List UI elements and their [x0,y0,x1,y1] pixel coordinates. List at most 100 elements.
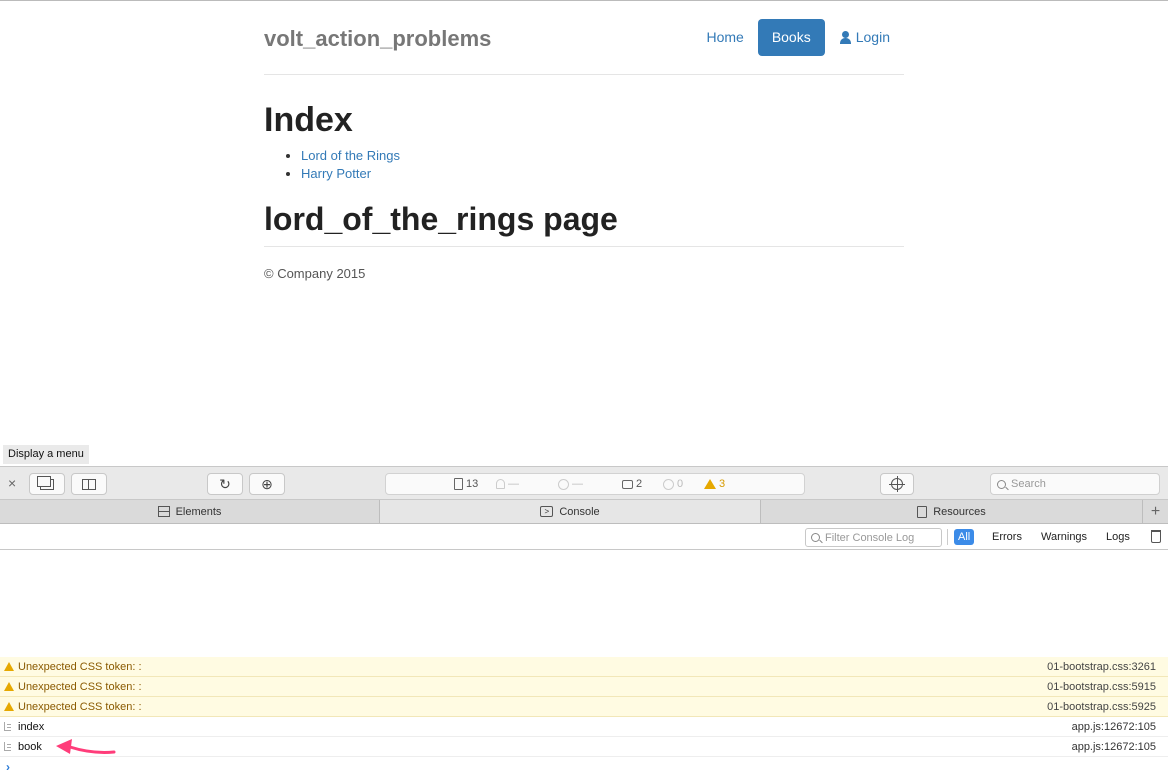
split-pane-icon [82,478,96,490]
warning-count-value: 3 [719,478,726,490]
error-icon [663,478,674,490]
console-message-text: Unexpected CSS token: : [18,681,142,693]
download-icon: ⊕ [261,476,273,492]
resource-size[interactable]: — [496,478,519,490]
list-item: Harry Potter [301,165,400,183]
log-icon [4,722,11,731]
footer-divider [264,246,904,247]
undock-button[interactable] [29,473,65,495]
nav-books-link[interactable]: Books [757,19,825,56]
bell-icon [496,479,505,489]
log-count-value: 2 [636,478,643,490]
close-icon[interactable]: × [8,475,16,491]
load-time[interactable]: — [558,478,583,490]
prompt-chevron-icon: › [6,760,10,774]
console-message-source[interactable]: 01-bootstrap.css:5925 [1047,697,1156,717]
warning-count[interactable]: 3 [704,478,725,490]
load-time-value: — [572,478,583,490]
log-icon [4,742,11,751]
inspector-tabbar: Elements > Console Resources + [0,500,1168,524]
error-count[interactable]: 0 [663,478,683,490]
web-page: volt_action_problems Home Books Login In… [0,0,1168,466]
crosshair-icon [889,476,905,492]
page-heading: lord_of_the_rings page [264,201,618,237]
console-message-text: index [18,721,45,733]
nav-home-link[interactable]: Home [692,19,757,56]
add-tab-button[interactable]: + [1143,500,1168,523]
reload-icon: ↻ [219,476,231,492]
console-message-source[interactable]: app.js:12672:105 [1072,717,1156,737]
warning-icon [4,662,14,671]
console-message-text: book [18,741,42,753]
index-heading: Index [264,101,353,139]
search-icon [997,479,1006,489]
tab-resources-label: Resources [933,505,986,518]
warning-icon [4,702,14,711]
dashboard[interactable]: 13 — — 2 0 3 [385,473,805,495]
tab-elements[interactable]: Elements [0,500,380,523]
error-count-value: 0 [677,478,684,490]
console-message[interactable]: index app.js:12672:105 [0,717,1168,737]
windows-icon [37,475,54,490]
site-header: volt_action_problems Home Books Login [264,1,904,75]
filter-divider [947,529,948,545]
download-button[interactable]: ⊕ [249,473,285,495]
resource-count-value: 13 [466,478,479,490]
filter-logs-button[interactable]: Logs [1102,529,1134,545]
trash-icon[interactable] [1151,530,1161,543]
document-icon [917,505,928,518]
annotation-arrow-icon [56,739,116,754]
site-brand[interactable]: volt_action_problems [264,26,491,52]
list-item: Lord of the Rings [301,147,400,165]
search-icon [811,533,820,542]
console-message[interactable]: book app.js:12672:105 [0,737,1168,757]
elements-icon [157,506,170,517]
tab-elements-label: Elements [175,505,222,518]
console-empty-area [0,550,1168,657]
filter-errors-button[interactable]: Errors [988,529,1026,545]
search-input[interactable] [1011,478,1159,490]
clock-icon [558,478,569,490]
book-list: Lord of the Rings Harry Potter [301,147,400,183]
filter-warnings-button[interactable]: Warnings [1037,529,1091,545]
console-message-source[interactable]: 01-bootstrap.css:3261 [1047,657,1156,677]
inspect-element-button[interactable] [880,473,914,495]
page-container: volt_action_problems Home Books Login In… [264,1,904,281]
inspector-toolbar: × ↻ ⊕ 13 — — 2 0 3 Search [0,466,1168,500]
tab-console-label: Console [559,505,600,518]
reload-button[interactable]: ↻ [207,473,243,495]
tooltip: Display a menu [3,445,89,464]
warning-icon [704,479,716,489]
console-icon: > [540,506,554,517]
console-message-text: Unexpected CSS token: : [18,701,142,713]
filter-input[interactable] [825,531,941,544]
resource-count[interactable]: 13 [454,478,478,490]
filter-console-log[interactable] [805,528,942,547]
nav-login-link[interactable]: Login [825,19,904,56]
tab-resources[interactable]: Resources [761,500,1143,523]
log-count[interactable]: 2 [622,478,642,490]
console-message[interactable]: Unexpected CSS token: : 01-bootstrap.css… [0,657,1168,677]
filter-all-button[interactable]: All [954,529,975,545]
speech-bubble-icon [622,479,633,489]
nav-login-label: Login [855,29,890,45]
site-nav: Home Books Login [692,19,904,56]
console-prompt[interactable]: › [0,757,1168,779]
site-footer: © Company 2015 [264,266,366,281]
warning-icon [4,682,14,691]
inspector-search[interactable] [990,473,1160,495]
tab-console[interactable]: > Console [380,500,761,523]
console-message[interactable]: Unexpected CSS token: : 01-bootstrap.css… [0,697,1168,717]
book-link-harry-potter[interactable]: Harry Potter [301,166,371,181]
book-link-lotr[interactable]: Lord of the Rings [301,148,400,163]
dock-side-button[interactable] [71,473,107,495]
console-message[interactable]: Unexpected CSS token: : 01-bootstrap.css… [0,677,1168,697]
user-icon [839,30,852,45]
resource-size-value: — [508,478,519,490]
console-filter-bar: All Errors Warnings Logs [0,524,1168,550]
web-inspector: × ↻ ⊕ 13 — — 2 0 3 Search Elements > Con… [0,466,1168,784]
console-message-source[interactable]: 01-bootstrap.css:5915 [1047,677,1156,697]
console-message-source[interactable]: app.js:12672:105 [1072,737,1156,757]
document-icon [454,478,463,490]
console-message-text: Unexpected CSS token: : [18,661,142,673]
